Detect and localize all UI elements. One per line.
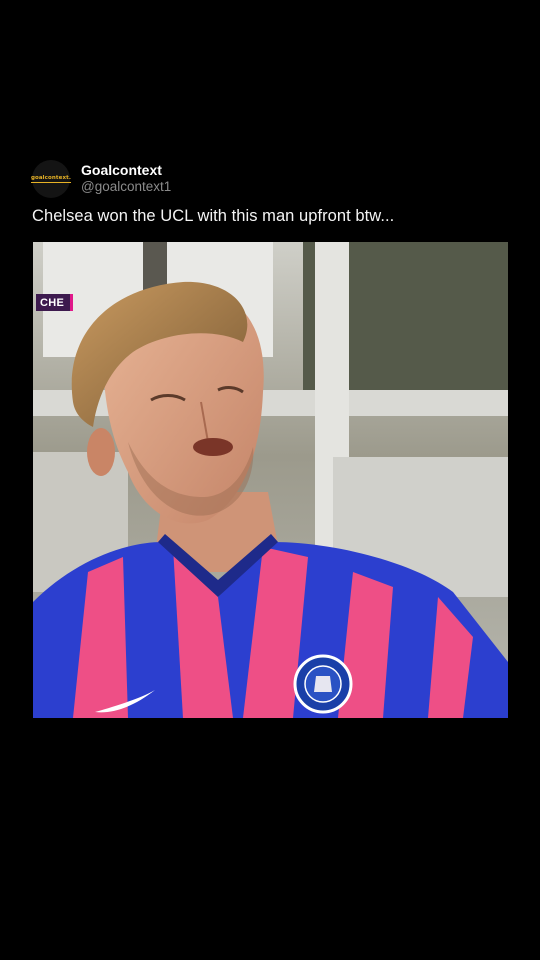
screen: goalcontext. Goalcontext @goalcontext1 C…: [0, 0, 540, 960]
display-name[interactable]: Goalcontext: [81, 162, 171, 180]
post-media[interactable]: CHE: [33, 242, 508, 718]
post-header: goalcontext. Goalcontext @goalcontext1: [30, 160, 171, 198]
media-image: [33, 242, 508, 718]
handle[interactable]: @goalcontext1: [81, 179, 171, 196]
avatar[interactable]: goalcontext.: [30, 160, 72, 198]
team-badge: CHE: [36, 294, 74, 311]
author-info: Goalcontext @goalcontext1: [81, 162, 171, 196]
avatar-logo: goalcontext.: [30, 175, 72, 183]
post-text: Chelsea won the UCL with this man upfron…: [32, 207, 395, 225]
